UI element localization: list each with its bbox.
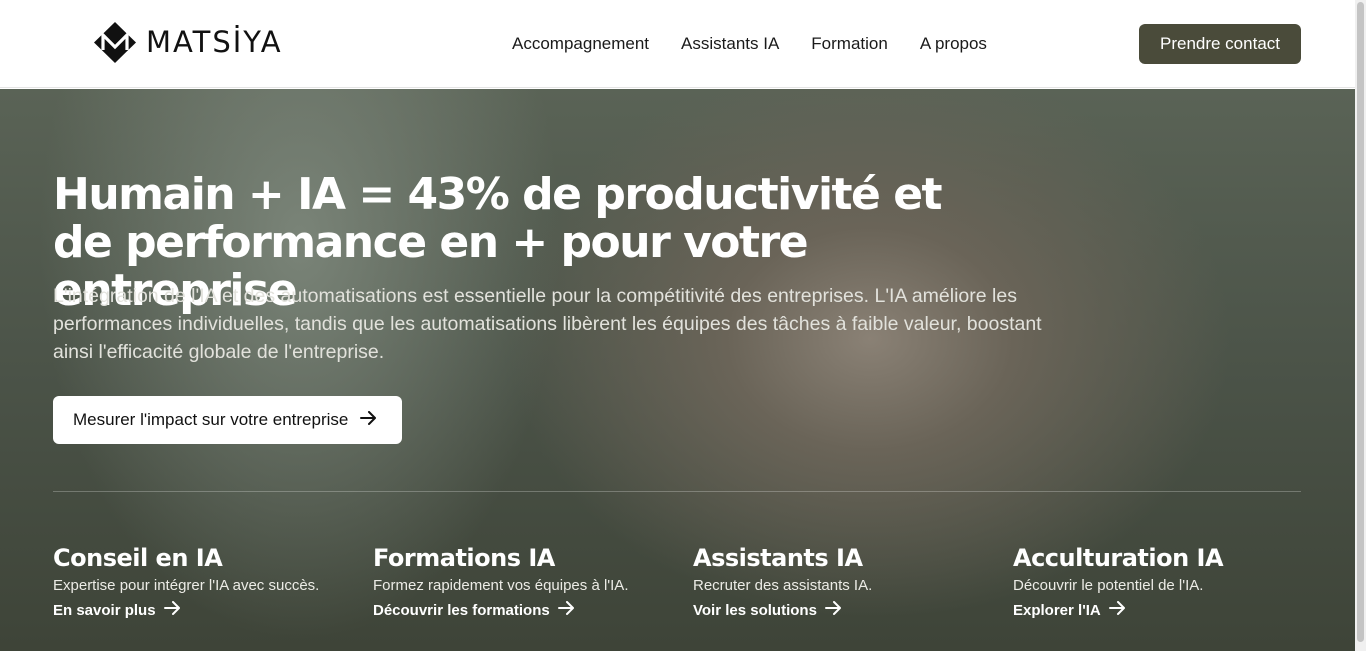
measure-impact-button[interactable]: Mesurer l'impact sur votre entreprise bbox=[53, 396, 402, 444]
service-description: Découvrir le potentiel de l'IA. bbox=[1013, 577, 1204, 594]
service-link-label: En savoir plus bbox=[53, 601, 156, 619]
service-link-label: Voir les solutions bbox=[693, 601, 817, 619]
service-link-label: Découvrir les formations bbox=[373, 601, 550, 619]
section-divider bbox=[53, 491, 1301, 492]
scrollbar-thumb[interactable] bbox=[1357, 2, 1364, 642]
arrow-right-icon bbox=[557, 601, 575, 619]
matsiya-logo-icon bbox=[94, 22, 136, 63]
service-card-formations: Formations IA Formez rapidement vos équi… bbox=[373, 543, 673, 619]
service-link-en-savoir-plus[interactable]: En savoir plus bbox=[53, 601, 181, 619]
service-link-voir-solutions[interactable]: Voir les solutions bbox=[693, 601, 842, 619]
arrow-right-icon bbox=[163, 601, 181, 619]
service-title: Conseil en IA bbox=[53, 544, 223, 572]
service-title: Formations IA bbox=[373, 544, 555, 572]
service-description: Recruter des assistants IA. bbox=[693, 577, 873, 594]
service-card-assistants: Assistants IA Recruter des assistants IA… bbox=[693, 543, 993, 619]
brand-logo[interactable]: MATSİYA bbox=[94, 22, 283, 63]
nav-item-formation[interactable]: Formation bbox=[811, 33, 888, 55]
service-link-label: Explorer l'IA bbox=[1013, 601, 1101, 619]
service-title: Assistants IA bbox=[693, 544, 863, 572]
brand-name: MATSİYA bbox=[146, 25, 283, 59]
hero-subtitle: L'intégration de l'IA et des automatisat… bbox=[53, 285, 1042, 363]
arrow-right-icon bbox=[360, 410, 377, 430]
cta-label: Mesurer l'impact sur votre entreprise bbox=[73, 410, 349, 429]
service-card-acculturation: Acculturation IA Découvrir le potentiel … bbox=[1013, 543, 1313, 619]
hero-section: Humain + IA = 43% de productivité et de … bbox=[0, 89, 1355, 651]
main-nav: Accompagnement Assistants IA Formation A… bbox=[512, 33, 987, 55]
site-header: MATSİYA Accompagnement Assistants IA For… bbox=[0, 0, 1355, 88]
contact-button[interactable]: Prendre contact bbox=[1139, 24, 1301, 64]
nav-item-accompagnement[interactable]: Accompagnement bbox=[512, 33, 649, 55]
page-scrollbar[interactable] bbox=[1355, 0, 1366, 651]
nav-item-assistants-ia[interactable]: Assistants IA bbox=[681, 33, 779, 55]
service-description: Expertise pour intégrer l'IA avec succès… bbox=[53, 577, 320, 594]
service-description: Formez rapidement vos équipes à l'IA. bbox=[373, 577, 629, 594]
service-link-explorer-ia[interactable]: Explorer l'IA bbox=[1013, 601, 1126, 619]
service-title: Acculturation IA bbox=[1013, 544, 1224, 572]
service-link-decouvrir-formations[interactable]: Découvrir les formations bbox=[373, 601, 575, 619]
nav-item-a-propos[interactable]: A propos bbox=[920, 33, 987, 55]
arrow-right-icon bbox=[1108, 601, 1126, 619]
service-card-conseil: Conseil en IA Expertise pour intégrer l'… bbox=[53, 543, 353, 619]
arrow-right-icon bbox=[824, 601, 842, 619]
